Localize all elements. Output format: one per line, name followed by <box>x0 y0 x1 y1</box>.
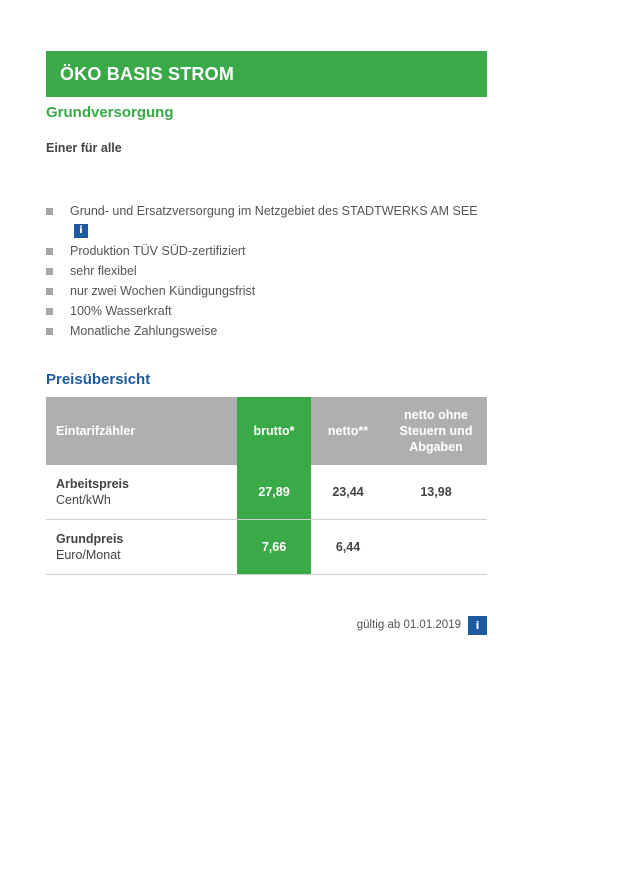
product-tagline: Einer für alle <box>46 141 122 155</box>
row-label: Arbeitspreis Cent/kWh <box>46 465 237 520</box>
feature-text: Grund- und Ersatzversorgung im Netzgebie… <box>70 204 478 218</box>
validity-note: gültig ab 01.01.2019 i <box>46 615 487 635</box>
feature-text: Monatliche Zahlungsweise <box>70 323 218 338</box>
feature-item: Monatliche Zahlungsweise <box>46 322 487 342</box>
validity-text: gültig ab 01.01.2019 <box>356 619 461 631</box>
feature-item: nur zwei Wochen Kündigungsfrist <box>46 282 487 302</box>
feature-text: nur zwei Wochen Kündigungsfrist <box>70 283 256 298</box>
feature-text: Produktion TÜV SÜD-zertifiziert <box>70 243 246 258</box>
row-name: Grundpreis <box>56 532 124 546</box>
row-unit: Cent/kWh <box>56 493 111 507</box>
product-title: ÖKO BASIS STROM <box>60 63 235 84</box>
cell-netto-ohne: 13,98 <box>385 465 487 520</box>
feature-text: sehr flexibel <box>70 263 137 278</box>
product-banner: ÖKO BASIS STROM <box>46 51 487 97</box>
feature-item: sehr flexibel <box>46 262 487 282</box>
tariff-sheet: ÖKO BASIS STROM Grundversorgung Einer fü… <box>46 51 487 575</box>
price-table: Eintarifzähler brutto* netto** netto ohn… <box>46 397 487 575</box>
info-icon[interactable]: i <box>74 224 88 239</box>
row-label: Grundpreis Euro/Monat <box>46 519 237 575</box>
col-header-netto-ohne: netto ohne Steuern und Abgaben <box>385 397 487 465</box>
col-header-meter: Eintarifzähler <box>46 397 237 465</box>
cell-netto-ohne <box>385 519 487 575</box>
product-subtitle: Grundversorgung <box>46 104 174 121</box>
cell-brutto: 7,66 <box>237 519 311 575</box>
bullet-icon <box>46 208 53 215</box>
cell-brutto: 27,89 <box>237 465 311 520</box>
row-name: Arbeitspreis <box>56 477 129 491</box>
feature-item: 100% Wasserkraft <box>46 302 487 322</box>
bullet-icon <box>46 307 53 315</box>
price-section-title: Preisübersicht <box>46 371 151 388</box>
col-header-netto: netto** <box>311 397 385 465</box>
bullet-icon <box>46 327 53 335</box>
feature-list: Grund- und Ersatzversorgung im Netzgebie… <box>46 202 487 341</box>
feature-text: 100% Wasserkraft <box>70 303 172 318</box>
cell-netto: 6,44 <box>311 519 385 575</box>
feature-item: Grund- und Ersatzversorgung im Netzgebie… <box>46 202 487 241</box>
row-unit: Euro/Monat <box>56 548 121 562</box>
col-header-brutto: brutto* <box>237 397 311 465</box>
table-row: Arbeitspreis Cent/kWh 27,89 23,44 13,98 <box>46 465 487 520</box>
bullet-icon <box>46 247 53 255</box>
info-icon[interactable]: i <box>468 615 487 635</box>
feature-item: Produktion TÜV SÜD-zertifiziert <box>46 242 487 262</box>
price-table-header: Eintarifzähler brutto* netto** netto ohn… <box>46 397 487 465</box>
bullet-icon <box>46 267 53 275</box>
cell-netto: 23,44 <box>311 465 385 520</box>
bullet-icon <box>46 287 53 295</box>
table-row: Grundpreis Euro/Monat 7,66 6,44 <box>46 519 487 575</box>
